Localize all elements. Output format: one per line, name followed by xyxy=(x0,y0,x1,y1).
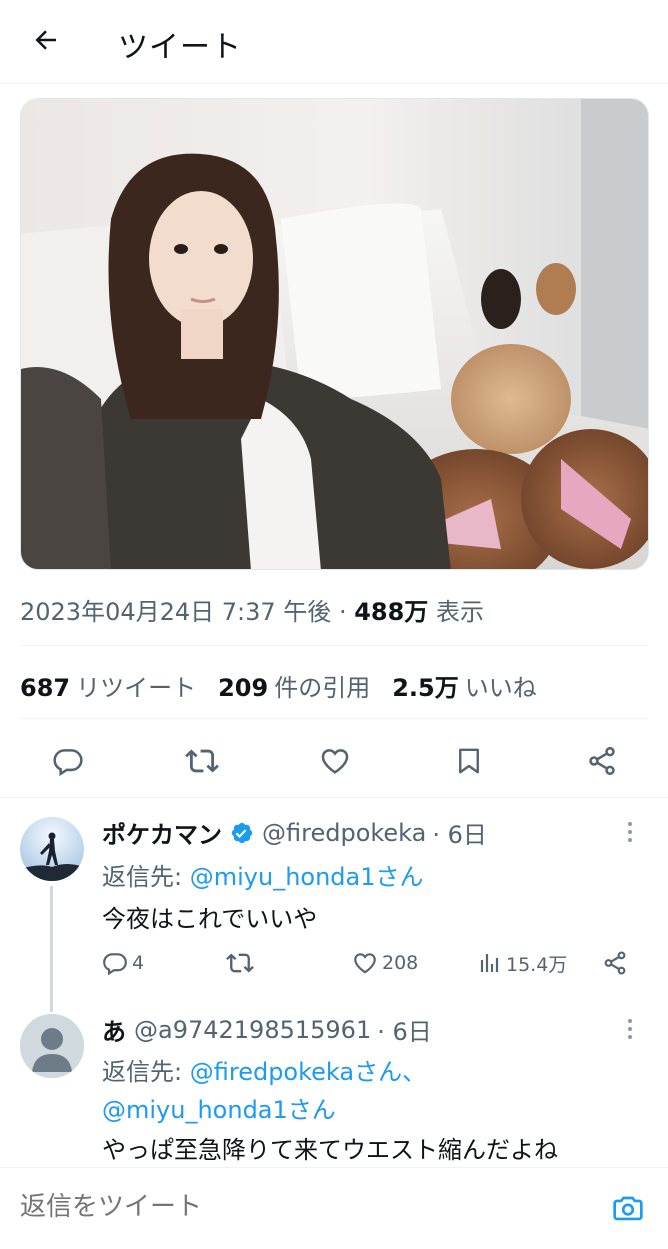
page-title: ツイート xyxy=(118,30,242,65)
reply-time: · 6日 xyxy=(377,1018,432,1046)
share-button[interactable] xyxy=(584,743,620,779)
tweet-datetime[interactable]: 2023年04月24日 7:37 午後 xyxy=(20,598,331,626)
meta-separator: · xyxy=(331,598,355,626)
likes-count: 2.5万 xyxy=(392,674,459,702)
default-avatar-icon xyxy=(20,1014,84,1078)
mention-link[interactable]: @miyu_honda1さん xyxy=(102,1096,336,1124)
more-options-button[interactable] xyxy=(620,817,640,847)
view-count: 15.4万 xyxy=(506,953,568,976)
more-options-button[interactable] xyxy=(620,1014,640,1044)
heart-icon xyxy=(321,749,349,774)
retweets-count: 687 xyxy=(20,674,71,702)
avatar[interactable] xyxy=(20,817,84,881)
reply-to: 返信先: @miyu_honda1さん xyxy=(102,857,424,892)
reply-icon xyxy=(53,749,83,777)
like-button[interactable] xyxy=(317,743,353,779)
author-name[interactable]: ポケカマン xyxy=(102,815,222,850)
reply-to: 返信先: @firedpokekaさん、 xyxy=(102,1052,426,1087)
reply-time: · 6日 xyxy=(432,821,487,849)
bookmark-button[interactable] xyxy=(451,743,487,779)
quotes-count: 209 xyxy=(218,674,269,702)
tweet-photo[interactable] xyxy=(20,98,649,570)
top-bar: ツイート xyxy=(0,0,668,84)
views-label: 表示 xyxy=(435,598,484,626)
reply-actions: 4 208 15.4万 xyxy=(102,946,632,980)
thread-line xyxy=(50,886,53,1012)
likes-stat[interactable]: 2.5万 いいね xyxy=(392,668,537,703)
analytics-icon xyxy=(480,954,499,972)
reply-input[interactable] xyxy=(20,1192,540,1222)
bookmark-icon xyxy=(458,748,479,774)
retweet-button[interactable] xyxy=(184,743,220,779)
retweet-icon xyxy=(226,953,254,973)
reply-icon xyxy=(103,953,127,976)
reply-views-button[interactable]: 15.4万 xyxy=(478,950,567,977)
share-icon xyxy=(604,951,626,975)
tweet-stats: 687 リツイート 209 件の引用 2.5万 いいね xyxy=(20,668,537,703)
reply-header: あ @a9742198515961 · 6日 xyxy=(102,1012,432,1047)
back-button[interactable] xyxy=(24,18,68,62)
retweet-icon xyxy=(184,749,219,773)
camera-icon xyxy=(613,1196,643,1221)
heart-icon xyxy=(354,953,376,974)
divider xyxy=(0,797,668,798)
share-icon xyxy=(589,746,615,776)
likes-label: いいね xyxy=(464,674,537,702)
reply-text: 今夜はこれでいいや xyxy=(102,905,318,933)
tweet-meta: 2023年04月24日 7:37 午後 · 488万 表示 xyxy=(20,592,484,627)
reply-to-line2: @miyu_honda1さん xyxy=(102,1090,336,1125)
author-handle[interactable]: @firedpokeka xyxy=(262,819,426,847)
avatar-image xyxy=(20,817,84,881)
author-handle[interactable]: @a9742198515961 xyxy=(134,1016,371,1044)
like-count: 208 xyxy=(382,952,419,974)
reply-like-button[interactable]: 208 xyxy=(352,950,418,976)
reply-header: ポケカマン @firedpokeka · 6日 xyxy=(102,815,487,850)
reply-share-button[interactable] xyxy=(602,950,628,976)
camera-button[interactable] xyxy=(610,1190,646,1226)
divider xyxy=(20,645,648,646)
mention-link[interactable]: @firedpokekaさん、 xyxy=(190,1058,426,1086)
tweet-actions xyxy=(20,730,648,792)
photo-illustration xyxy=(21,99,648,569)
divider xyxy=(20,718,648,719)
retweets-stat[interactable]: 687 リツイート xyxy=(20,668,196,703)
reply-text: やっぱ至急降りて来てウエスト縮んだよね xyxy=(102,1136,558,1164)
quotes-label: 件の引用 xyxy=(274,674,371,702)
views-count: 488万 xyxy=(354,598,429,626)
arrow-left-icon xyxy=(35,30,56,50)
author-name[interactable]: あ xyxy=(102,1012,126,1047)
mention-link[interactable]: @miyu_honda1さん xyxy=(190,863,424,891)
retweets-label: リツイート xyxy=(76,674,197,702)
reply-count: 4 xyxy=(132,952,145,974)
quotes-stat[interactable]: 209 件の引用 xyxy=(218,668,370,703)
reply-reply-button[interactable]: 4 xyxy=(102,950,144,976)
reply-composer xyxy=(0,1167,668,1249)
reply-to-label: 返信先: xyxy=(102,1058,183,1086)
reply-button[interactable] xyxy=(50,743,86,779)
reply-retweet-button[interactable] xyxy=(226,949,258,977)
reply-to-label: 返信先: xyxy=(102,863,183,891)
verified-badge-icon xyxy=(231,822,253,843)
avatar[interactable] xyxy=(20,1014,84,1078)
